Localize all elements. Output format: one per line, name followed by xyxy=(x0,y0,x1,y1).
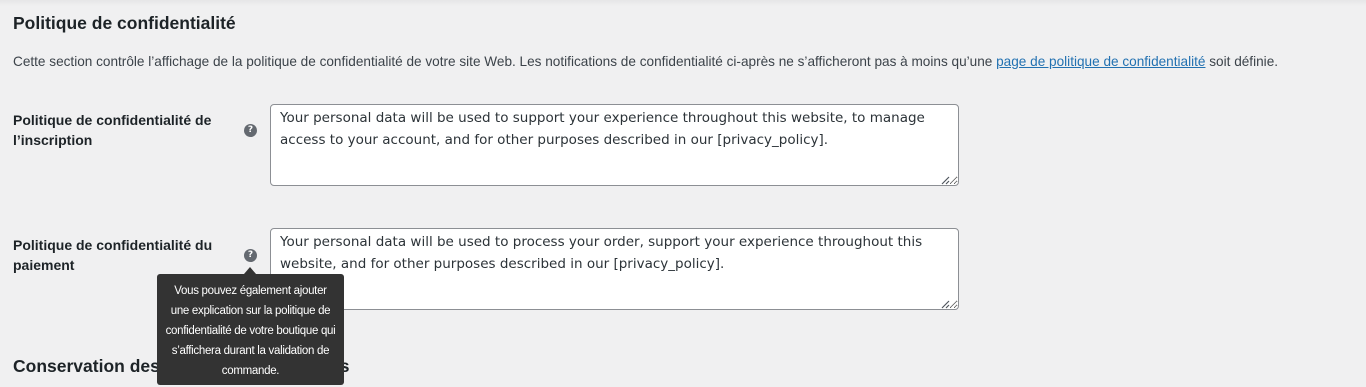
description-text: Cette section contrôle l’affichage de la… xyxy=(13,54,997,69)
registration-help-icon[interactable]: ? xyxy=(244,124,257,137)
resize-handle-icon[interactable] xyxy=(941,176,950,185)
checkout-privacy-label: Politique de confidentialité du paiement xyxy=(13,237,213,273)
resize-handle-icon[interactable] xyxy=(941,300,950,309)
top-shadow xyxy=(0,0,1366,6)
checkout-privacy-textarea[interactable]: Your personal data will be used to proce… xyxy=(270,228,959,310)
tooltip-arrow xyxy=(244,267,256,274)
checkout-help-icon[interactable]: ? xyxy=(244,249,257,262)
registration-privacy-textarea[interactable]: Your personal data will be used to suppo… xyxy=(270,104,959,186)
help-tooltip: Vous pouvez également ajouter une explic… xyxy=(157,274,344,385)
section-title: Politique de confidentialité xyxy=(13,13,236,33)
registration-privacy-label: Politique de confidentialité de l’inscri… xyxy=(13,112,212,148)
section-description: Cette section contrôle l’affichage de la… xyxy=(13,54,1278,69)
description-suffix: soit définie. xyxy=(1205,54,1279,69)
privacy-policy-page-link[interactable]: page de politique de confidentialité xyxy=(996,54,1205,69)
